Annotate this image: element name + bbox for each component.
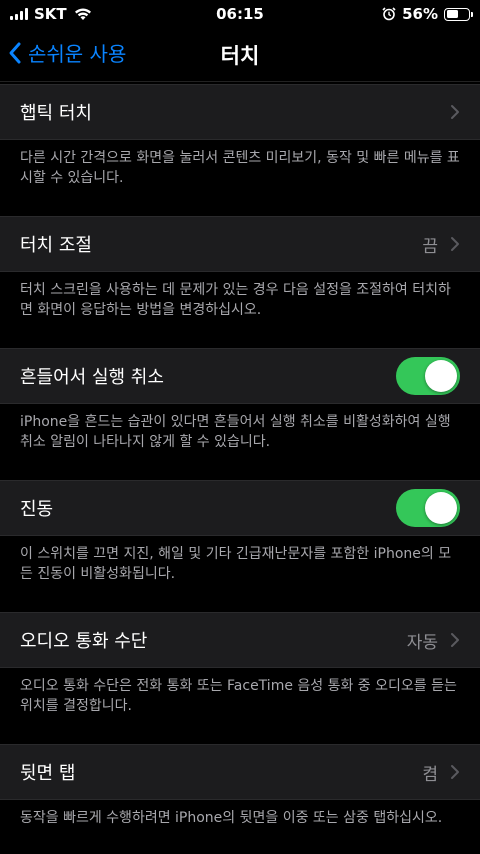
row-accessory: 끔 <box>422 232 460 257</box>
row-label: 오디오 통화 수단 <box>20 631 148 652</box>
vibration-footer: 이 스위치를 끄면 지진, 해일 및 기타 긴급재난문자를 포함한 iPhone… <box>20 546 452 582</box>
row-label: 햅틱 터치 <box>20 103 92 124</box>
battery-percent: 56% <box>402 5 438 23</box>
shake-to-undo-row: 흔들어서 실행 취소 <box>0 348 480 404</box>
back-tap-footer: 동작을 빠르게 수행하려면 iPhone의 뒷면을 이중 또는 삼중 탭하십시오… <box>20 810 443 826</box>
chevron-right-icon <box>451 237 459 251</box>
shake-to-undo-toggle[interactable] <box>396 357 460 395</box>
row-accessory: 켬 <box>422 760 460 785</box>
vibration-toggle[interactable] <box>396 489 460 527</box>
toggle-knob <box>425 360 457 392</box>
row-accessory <box>450 104 460 120</box>
row-value: 끔 <box>422 236 438 257</box>
battery-fill <box>446 10 459 18</box>
chevron-right-icon <box>451 633 459 647</box>
call-audio-routing-footer: 오디오 통화 수단은 전화 통화 또는 FaceTime 음성 통화 중 오디오… <box>20 678 457 714</box>
battery-icon <box>444 7 473 21</box>
row-label: 진동 <box>20 499 54 520</box>
haptic-touch-footer: 다른 시간 간격으로 화면을 눌러서 콘텐츠 미리보기, 동작 및 빠른 메뉴를… <box>20 150 460 186</box>
row-label: 뒷면 탭 <box>20 763 76 784</box>
touch-accommodations-footer: 터치 스크린을 사용하는 데 문제가 있는 경우 다음 설정을 조절하여 터치하… <box>20 282 451 318</box>
call-audio-routing-row[interactable]: 오디오 통화 수단 자동 <box>0 612 480 668</box>
row-accessory: 자동 <box>407 628 460 653</box>
vibration-row: 진동 <box>0 480 480 536</box>
navigation-bar: 손쉬운 사용 터치 <box>0 28 480 82</box>
haptic-touch-row[interactable]: 햅틱 터치 <box>0 84 480 140</box>
status-right: 56% <box>382 5 473 23</box>
row-value: 자동 <box>406 632 438 653</box>
page-title: 터치 <box>220 44 260 68</box>
status-bar: SKT 06:15 56% <box>0 0 480 28</box>
row-value: 켬 <box>422 764 438 785</box>
row-label: 터치 조절 <box>20 235 92 256</box>
shake-to-undo-footer: iPhone을 흔드는 습관이 있다면 흔들어서 실행 취소를 비활성화하여 실… <box>20 414 451 450</box>
toggle-knob <box>425 492 457 524</box>
settings-list: 햅틱 터치 다른 시간 간격으로 화면을 눌러서 콘텐츠 미리보기, 동작 및 … <box>0 84 480 850</box>
chevron-right-icon <box>451 765 459 779</box>
alarm-icon <box>382 7 396 21</box>
touch-accommodations-row[interactable]: 터치 조절 끔 <box>0 216 480 272</box>
back-tap-row[interactable]: 뒷면 탭 켬 <box>0 744 480 800</box>
chevron-right-icon <box>451 105 459 119</box>
row-label: 흔들어서 실행 취소 <box>20 367 164 388</box>
